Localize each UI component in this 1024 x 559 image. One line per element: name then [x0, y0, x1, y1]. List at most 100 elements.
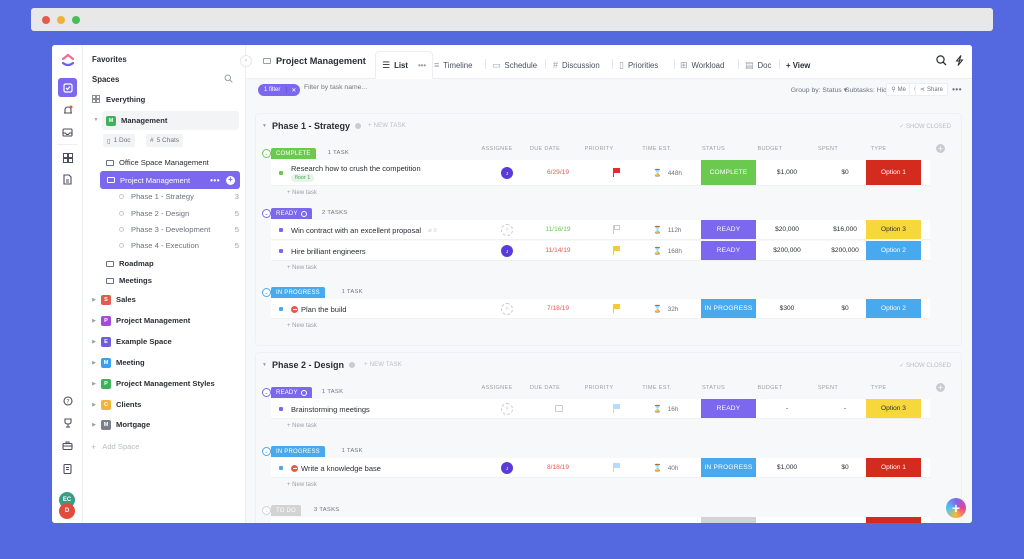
status-cell[interactable] — [701, 517, 756, 523]
status-group-pill[interactable]: COMPLETE — [271, 148, 316, 159]
status-group-pill[interactable]: IN PROGRESS — [271, 287, 325, 298]
search-icon[interactable] — [224, 74, 233, 85]
priority-flag-icon[interactable] — [613, 304, 621, 313]
type-cell[interactable]: Option 1 — [866, 458, 921, 477]
status-square-icon[interactable] — [279, 466, 283, 470]
user-avatar-d[interactable]: D — [59, 503, 75, 519]
spent-value[interactable]: $0 — [820, 464, 870, 471]
space-sales[interactable]: ▶ S Sales — [90, 291, 245, 308]
time-estimate[interactable]: ⌛ 448h — [653, 169, 682, 178]
task-tag[interactable]: floor 1 — [291, 174, 315, 182]
tab-discussion[interactable]: # Discussion — [553, 51, 600, 79]
column-header-time[interactable]: TIME EST. — [627, 146, 687, 152]
folder-project-management[interactable]: Project Management ••• + — [100, 171, 240, 189]
breadcrumb[interactable]: Project Management — [263, 56, 366, 66]
priority-flag-icon[interactable] — [613, 225, 621, 234]
column-header-type[interactable]: TYPE — [846, 385, 911, 391]
collapse-sidebar-button[interactable]: ‹ — [240, 55, 252, 67]
new-task-button[interactable]: + New task — [287, 423, 317, 429]
inbox-icon[interactable] — [58, 123, 77, 142]
docs-icon[interactable] — [58, 170, 77, 189]
tab-priorities[interactable]: ▯ Priorities — [619, 51, 658, 79]
sidebar-item-everything[interactable]: Everything — [92, 91, 245, 108]
status-group-pill[interactable]: IN PROGRESS — [271, 446, 325, 457]
type-cell[interactable]: Option 2 — [866, 299, 921, 318]
new-task-button[interactable]: + New task — [287, 323, 317, 329]
collapse-group-icon[interactable]: ⌄ — [262, 209, 271, 218]
due-date[interactable]: 8/18/19 — [533, 464, 583, 471]
list-item-phase-2[interactable]: Phase 2 - Design 5 — [119, 205, 239, 222]
column-header-priority[interactable]: PRIORITY — [569, 385, 629, 391]
task-row[interactable]: Win contract with an excellent proposal … — [271, 220, 930, 240]
more-options-icon[interactable]: ••• — [952, 85, 962, 94]
status-square-icon[interactable] — [279, 171, 283, 175]
space-clients[interactable]: ▶ C Clients — [90, 396, 245, 413]
due-date[interactable]: 11/16/19 — [533, 226, 583, 233]
space-project-management-styles[interactable]: ▶ P Project Management Styles — [90, 375, 245, 392]
add-assignee-icon[interactable]: ⚲ — [501, 303, 513, 315]
task-name[interactable]: Hire brilliant engineers — [291, 247, 366, 256]
budget-value[interactable]: $300 — [762, 305, 812, 312]
status-cell[interactable]: READY — [701, 220, 756, 239]
maximize-window-button[interactable] — [72, 16, 80, 24]
column-header-due[interactable]: DUE DATE — [515, 146, 575, 152]
caret-down-icon[interactable]: ▼ — [262, 362, 267, 368]
column-header-due[interactable]: DUE DATE — [515, 385, 575, 391]
close-window-button[interactable] — [42, 16, 50, 24]
favorites-heading[interactable]: Favorites — [92, 55, 127, 64]
clipboard-icon[interactable] — [58, 459, 77, 478]
type-cell[interactable]: Option 2 — [866, 241, 921, 260]
spent-value[interactable]: $16,000 — [820, 226, 870, 233]
list-item-phase-3[interactable]: Phase 3 - Development 5 — [119, 221, 239, 238]
space-management[interactable]: M Management — [102, 111, 239, 130]
show-closed-toggle[interactable]: ✓ SHOW CLOSED — [899, 362, 951, 369]
budget-value[interactable]: $200,000 — [762, 247, 812, 254]
add-assignee-icon[interactable]: ⚲ — [501, 403, 513, 415]
tab-doc[interactable]: ▤ Doc — [745, 51, 771, 79]
info-icon[interactable] — [348, 362, 355, 368]
add-column-icon[interactable]: + — [936, 383, 945, 392]
add-column-icon[interactable]: + — [936, 144, 945, 153]
caret-down-icon[interactable]: ▼ — [262, 123, 267, 129]
status-cell[interactable]: COMPLETE — [701, 160, 756, 185]
status-square-icon[interactable] — [279, 249, 283, 253]
tab-schedule[interactable]: ▭ Schedule — [492, 51, 537, 79]
priority-flag-icon[interactable] — [613, 404, 621, 413]
task-row[interactable]: Hire brilliant engineers J 11/14/19 ⌛ 16… — [271, 241, 930, 261]
collapse-group-icon[interactable]: ⌄ — [262, 149, 271, 158]
calendar-icon[interactable] — [555, 405, 563, 412]
priority-flag-icon[interactable] — [613, 463, 621, 472]
priority-flag-icon[interactable] — [613, 246, 621, 255]
space-project-management[interactable]: ▶ P Project Management — [90, 312, 245, 329]
status-group-pill[interactable]: TO DO — [271, 505, 301, 516]
task-name[interactable]: Win contract with an excellent proposal … — [291, 226, 437, 235]
tab-more-icon[interactable]: ••• — [418, 61, 426, 70]
new-task-button[interactable]: + New task — [287, 265, 317, 271]
minimize-window-button[interactable] — [57, 16, 65, 24]
add-view-button[interactable]: + View — [786, 51, 810, 79]
spaces-heading[interactable]: Spaces — [92, 75, 119, 84]
status-square-icon[interactable] — [279, 228, 283, 232]
folder-roadmap[interactable]: Roadmap — [106, 255, 245, 272]
time-estimate[interactable]: ⌛ 32h — [653, 305, 678, 314]
tasks-icon[interactable] — [58, 78, 77, 97]
phase-title[interactable]: ▼ Phase 1 - Strategy — [262, 121, 361, 131]
column-header-time[interactable]: TIME EST. — [627, 385, 687, 391]
task-name[interactable]: Plan the build — [291, 305, 346, 314]
budget-value[interactable]: - — [762, 405, 812, 412]
spent-value[interactable]: $200,000 — [820, 247, 870, 254]
budget-value[interactable]: $1,000 — [762, 169, 812, 176]
list-item-phase-4[interactable]: Phase 4 - Execution 5 — [119, 237, 239, 254]
quick-create-button[interactable]: + — [946, 498, 966, 518]
spent-value[interactable]: - — [820, 405, 870, 412]
budget-value[interactable]: $20,000 — [762, 226, 812, 233]
task-name[interactable]: Brainstorming meetings — [291, 405, 370, 414]
type-cell[interactable]: Option 3 — [866, 220, 921, 239]
column-header-budget[interactable]: BUDGET — [740, 385, 800, 391]
phase-title[interactable]: ▼ Phase 2 - Design — [262, 360, 355, 370]
space-mortgage[interactable]: ▶ M Mortgage — [90, 416, 245, 433]
show-closed-toggle[interactable]: ✓ SHOW CLOSED — [899, 123, 951, 130]
status-cell[interactable]: READY — [701, 399, 756, 418]
collapse-group-icon[interactable]: ⌄ — [262, 506, 271, 515]
folder-office-space-management[interactable]: Office Space Management — [106, 154, 245, 171]
